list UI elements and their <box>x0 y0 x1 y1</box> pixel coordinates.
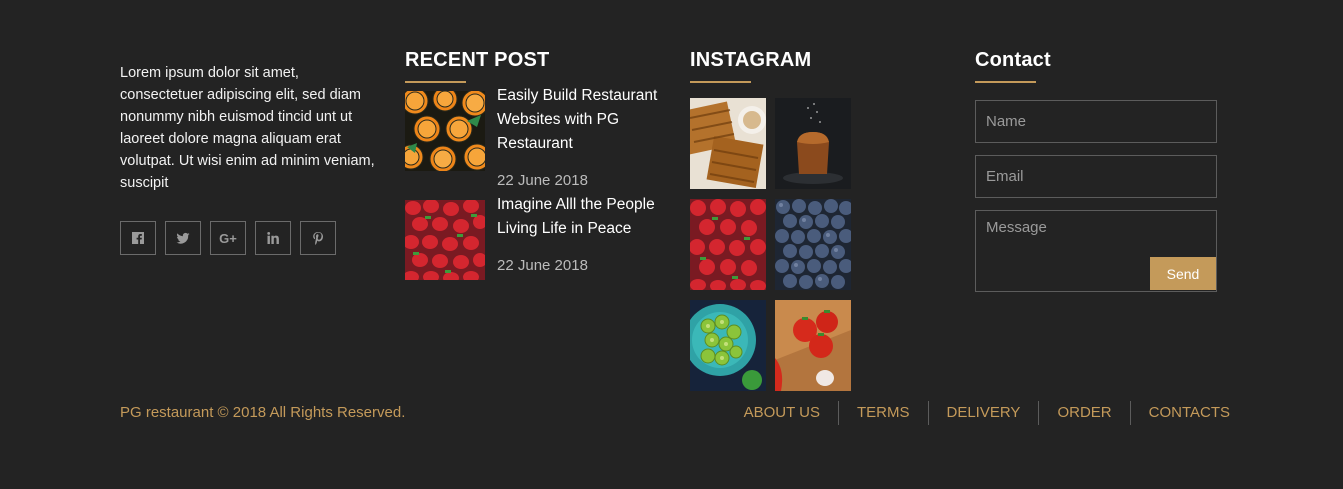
post-title-link[interactable]: Imagine Alll the People Living Life in P… <box>497 193 667 241</box>
twitter-button[interactable] <box>165 221 201 255</box>
oranges-image <box>398 86 491 173</box>
send-button[interactable]: Send <box>1150 257 1216 290</box>
strawberries-image <box>690 199 766 290</box>
post-thumbnail-oranges[interactable] <box>398 86 491 173</box>
instagram-underline <box>690 81 751 83</box>
post-title-link[interactable]: Easily Build Restaurant Websites with PG… <box>497 84 667 156</box>
footer-link-about-us[interactable]: ABOUT US <box>726 401 838 425</box>
social-links: G+ <box>120 221 336 255</box>
footer-link-delivery[interactable]: DELIVERY <box>927 401 1039 425</box>
copyright-text: PG restaurant © 2018 All Rights Reserved… <box>120 404 406 421</box>
strawberries-image <box>403 199 487 284</box>
pinterest-icon <box>313 232 323 245</box>
instagram-image-strawberries[interactable] <box>690 199 766 290</box>
instagram-image-waffles[interactable] <box>690 98 766 189</box>
email-input[interactable] <box>975 155 1217 198</box>
post-date: 22 June 2018 <box>497 257 588 274</box>
instagram-image-red-tomatoes[interactable] <box>775 300 851 391</box>
linkedin-button[interactable] <box>255 221 291 255</box>
footer-nav: ABOUT US TERMS DELIVERY ORDER CONTACTS <box>726 401 1230 425</box>
post-thumbnail-strawberries[interactable] <box>403 199 487 284</box>
instagram-image-green-tomatoes[interactable] <box>690 300 766 391</box>
pinterest-button[interactable] <box>300 221 336 255</box>
google-plus-icon: G+ <box>219 230 237 246</box>
recent-post-heading: RECENT POST <box>405 49 550 71</box>
twitter-icon <box>176 232 190 244</box>
facebook-button[interactable] <box>120 221 156 255</box>
name-input[interactable] <box>975 100 1217 143</box>
contact-underline <box>975 81 1036 83</box>
post-date: 22 June 2018 <box>497 172 588 189</box>
linkedin-icon <box>267 232 279 244</box>
recent-post-underline <box>405 81 466 83</box>
contact-heading: Contact <box>975 49 1051 71</box>
instagram-heading: INSTAGRAM <box>690 49 812 71</box>
footer-link-order[interactable]: ORDER <box>1038 401 1129 425</box>
footer-link-terms[interactable]: TERMS <box>838 401 928 425</box>
footer-link-contacts[interactable]: CONTACTS <box>1129 401 1230 425</box>
waffles-image <box>690 98 766 189</box>
instagram-image-cake[interactable] <box>775 98 851 189</box>
facebook-icon <box>132 232 144 244</box>
cake-image <box>775 98 851 189</box>
instagram-image-blueberries[interactable] <box>775 199 851 290</box>
google-plus-button[interactable]: G+ <box>210 221 246 255</box>
red-tomatoes-image <box>775 300 851 391</box>
green-tomatoes-image <box>690 300 766 391</box>
blueberries-image <box>775 199 851 290</box>
about-text: Lorem ipsum dolor sit amet, consectetuer… <box>120 65 375 191</box>
